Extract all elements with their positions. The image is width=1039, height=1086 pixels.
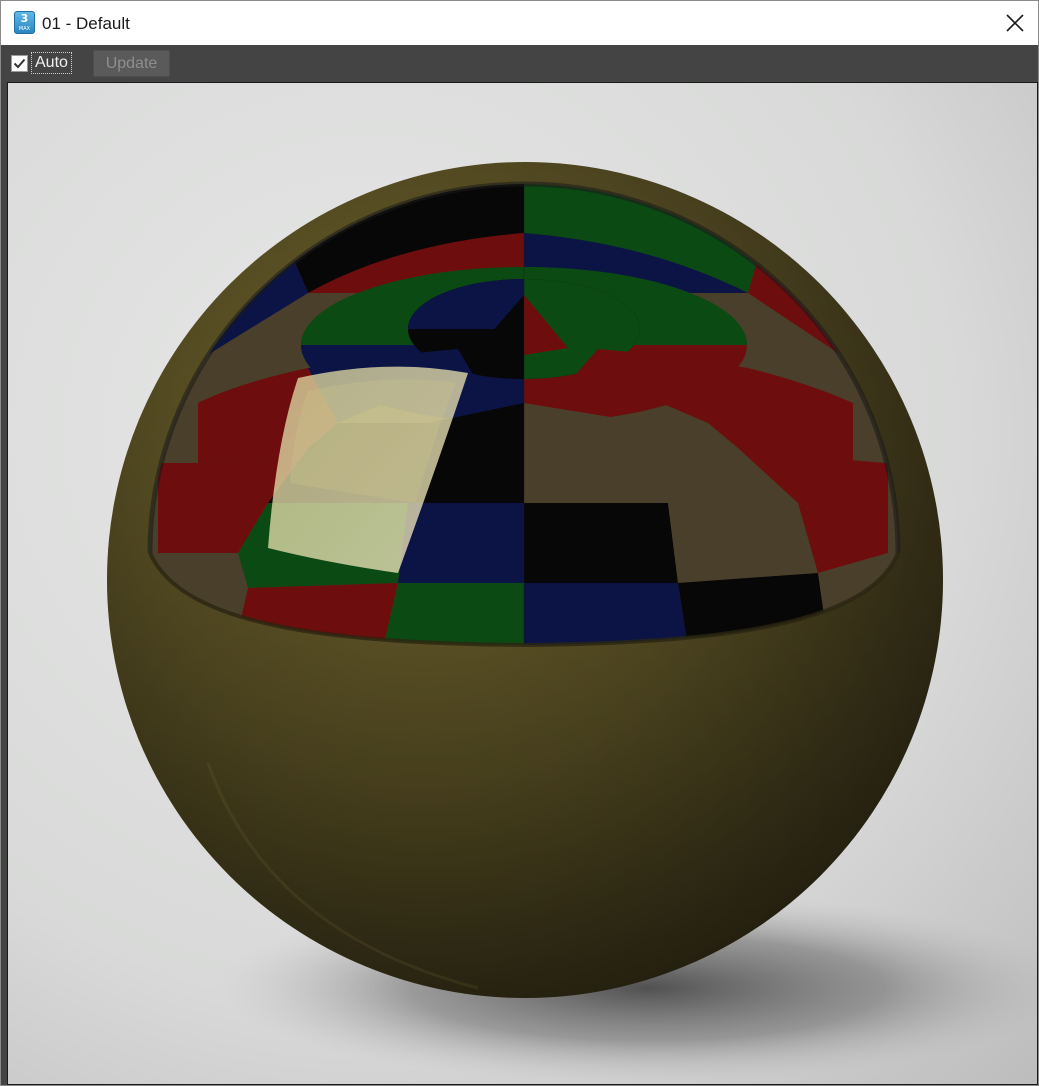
title-bar[interactable]: 3 MAX 01 - Default bbox=[1, 1, 1038, 45]
auto-checkbox-label[interactable]: Auto bbox=[31, 52, 72, 74]
render-image bbox=[8, 83, 1037, 1084]
app-icon: 3 MAX bbox=[14, 11, 35, 34]
material-preview-window: 3 MAX 01 - Default Auto Update bbox=[0, 0, 1039, 1086]
render-viewport[interactable] bbox=[7, 82, 1038, 1085]
update-button[interactable]: Update bbox=[93, 50, 170, 77]
window-title: 01 - Default bbox=[42, 14, 130, 33]
auto-checkbox[interactable] bbox=[11, 55, 28, 72]
viewport-frame bbox=[1, 79, 1038, 1085]
toolbar: Auto Update bbox=[1, 45, 1038, 79]
app-icon-label: MAX bbox=[18, 26, 31, 32]
close-icon bbox=[1006, 14, 1024, 32]
checkmark-icon bbox=[13, 58, 26, 69]
close-button[interactable] bbox=[1004, 12, 1026, 34]
app-icon-number: 3 bbox=[20, 12, 29, 25]
